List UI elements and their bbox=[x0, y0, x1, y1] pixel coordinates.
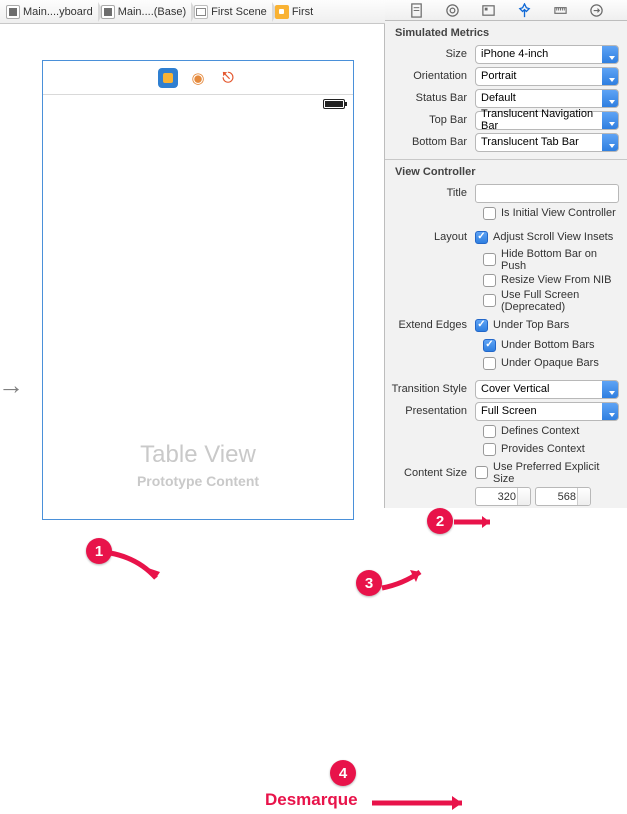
connections-inspector-tab[interactable] bbox=[588, 2, 604, 18]
title-input[interactable] bbox=[475, 184, 619, 203]
content-width-stepper[interactable]: 320 bbox=[475, 487, 531, 506]
annotation-2-arrow bbox=[452, 512, 502, 532]
defines-context-label: Defines Context bbox=[501, 425, 579, 437]
annotation-1-bubble: 1 bbox=[86, 538, 112, 564]
orientation-label: Orientation bbox=[385, 70, 475, 82]
resize-nib-label: Resize View From NIB bbox=[501, 274, 611, 286]
under-opaque-checkbox[interactable] bbox=[483, 357, 496, 370]
simulated-device[interactable]: ◉ ⎋ Table View Prototype Content bbox=[42, 60, 354, 520]
first-responder-icon[interactable]: ◉ bbox=[188, 68, 208, 88]
file-inspector-tab[interactable] bbox=[408, 2, 424, 18]
under-bottom-label: Under Bottom Bars bbox=[501, 339, 595, 351]
segue-arrow-icon: → bbox=[0, 370, 24, 401]
breadcrumb-label: Main....(Base) bbox=[118, 6, 186, 18]
viewcontroller-dock-icon[interactable] bbox=[158, 68, 178, 88]
adjust-insets-checkbox[interactable] bbox=[475, 231, 488, 244]
under-top-checkbox[interactable] bbox=[475, 319, 488, 332]
exit-icon[interactable]: ⎋ bbox=[218, 68, 238, 88]
attributes-inspector-tab[interactable] bbox=[516, 2, 532, 18]
tableview-placeholder-title: Table View bbox=[140, 441, 256, 469]
is-initial-label: Is Initial View Controller bbox=[501, 207, 616, 219]
bottombar-label: Bottom Bar bbox=[385, 136, 475, 148]
battery-icon bbox=[323, 99, 345, 109]
breadcrumb: Main....yboard Main....(Base) First Scen… bbox=[0, 0, 385, 24]
quickhelp-inspector-tab[interactable] bbox=[444, 2, 460, 18]
annotation-4-arrow bbox=[370, 792, 480, 814]
section-header-simulated-metrics: Simulated Metrics bbox=[385, 21, 627, 43]
provides-context-label: Provides Context bbox=[501, 443, 585, 455]
use-preferred-size-label: Use Preferred Explicit Size bbox=[493, 461, 619, 485]
viewcontroller-icon bbox=[275, 5, 289, 19]
under-top-label: Under Top Bars bbox=[493, 319, 569, 331]
breadcrumb-label: First bbox=[292, 6, 313, 18]
status-bar bbox=[43, 95, 353, 115]
presentation-label: Presentation bbox=[385, 405, 475, 417]
annotation-4-bubble: 4 bbox=[330, 760, 356, 786]
breadcrumb-storyboard[interactable]: Main....yboard bbox=[4, 0, 99, 23]
use-preferred-size-checkbox[interactable] bbox=[475, 466, 488, 479]
defines-context-checkbox[interactable] bbox=[483, 425, 496, 438]
content-height-stepper[interactable]: 568 bbox=[535, 487, 591, 506]
storyboard-icon bbox=[6, 5, 20, 19]
presentation-select[interactable]: Full Screen bbox=[475, 402, 619, 421]
breadcrumb-label: Main....yboard bbox=[23, 6, 93, 18]
hide-bottom-checkbox[interactable] bbox=[483, 253, 496, 266]
annotation-3-arrow bbox=[378, 566, 438, 596]
inspector-panel: Simulated Metrics Size iPhone 4-inch Ori… bbox=[385, 0, 627, 508]
statusbar-label: Status Bar bbox=[385, 92, 475, 104]
annotation-3-bubble: 3 bbox=[356, 570, 382, 596]
breadcrumb-label: First Scene bbox=[211, 6, 267, 18]
annotation-2-bubble: 2 bbox=[427, 508, 453, 534]
inspector-tabs bbox=[385, 0, 627, 21]
fullscreen-deprecated-label: Use Full Screen (Deprecated) bbox=[501, 289, 619, 313]
provides-context-checkbox[interactable] bbox=[483, 443, 496, 456]
under-bottom-checkbox[interactable] bbox=[483, 339, 496, 352]
size-inspector-tab[interactable] bbox=[552, 2, 568, 18]
canvas-area: Main....yboard Main....(Base) First Scen… bbox=[0, 0, 385, 508]
scene-dock: ◉ ⎋ bbox=[43, 61, 353, 95]
breadcrumb-item[interactable]: First bbox=[273, 0, 319, 23]
breadcrumb-scene[interactable]: First Scene bbox=[192, 0, 273, 23]
layout-label: Layout bbox=[385, 231, 475, 243]
bottombar-select[interactable]: Translucent Tab Bar bbox=[475, 133, 619, 152]
under-opaque-label: Under Opaque Bars bbox=[501, 357, 599, 369]
orientation-select[interactable]: Portrait bbox=[475, 67, 619, 86]
tableview-placeholder-subtitle: Prototype Content bbox=[137, 473, 259, 489]
topbar-select[interactable]: Translucent Navigation Bar bbox=[475, 111, 619, 130]
transition-style-label: Transition Style bbox=[385, 383, 475, 395]
topbar-label: Top Bar bbox=[385, 114, 475, 126]
transition-style-select[interactable]: Cover Vertical bbox=[475, 380, 619, 399]
title-label: Title bbox=[385, 187, 475, 199]
resize-nib-checkbox[interactable] bbox=[483, 274, 496, 287]
size-label: Size bbox=[385, 48, 475, 60]
hide-bottom-label: Hide Bottom Bar on Push bbox=[501, 248, 619, 272]
is-initial-checkbox[interactable] bbox=[483, 207, 496, 220]
fullscreen-deprecated-checkbox[interactable] bbox=[483, 294, 496, 307]
identity-inspector-tab[interactable] bbox=[480, 2, 496, 18]
statusbar-select[interactable]: Default bbox=[475, 89, 619, 108]
extend-edges-label: Extend Edges bbox=[385, 319, 475, 331]
annotation-desmarque-text: Desmarque bbox=[265, 790, 358, 810]
content-size-label: Content Size bbox=[385, 467, 475, 479]
annotation-1-arrow bbox=[108, 548, 168, 588]
scene-icon bbox=[194, 5, 208, 19]
adjust-insets-label: Adjust Scroll View Insets bbox=[493, 231, 613, 243]
storyboard-icon bbox=[101, 5, 115, 19]
section-header-view-controller: View Controller bbox=[385, 160, 627, 182]
size-select[interactable]: iPhone 4-inch bbox=[475, 45, 619, 64]
breadcrumb-base[interactable]: Main....(Base) bbox=[99, 0, 192, 23]
